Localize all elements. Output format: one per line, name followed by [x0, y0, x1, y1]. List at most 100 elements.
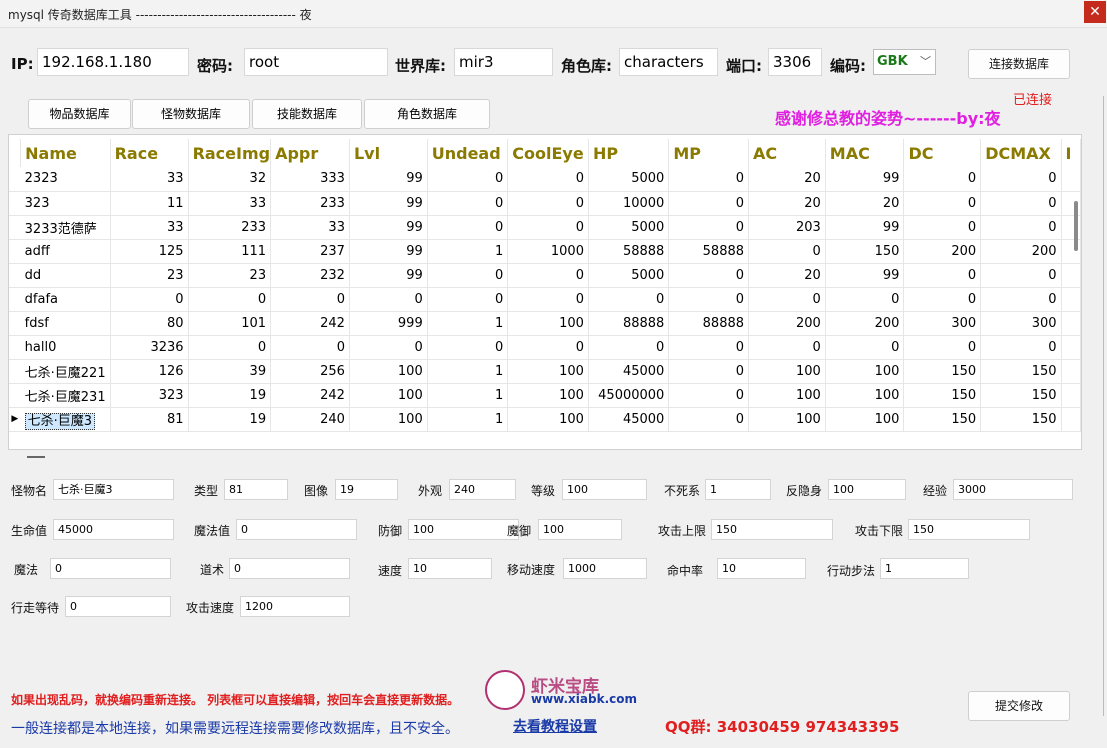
table-row[interactable]: 七杀·巨魔231 323 19 242 100 1 100 45000000 0 100 100 15… [9, 383, 1081, 408]
table-cell[interactable]: 七杀·巨魔231 [20, 383, 111, 408]
table-cell[interactable]: 0 [349, 335, 428, 360]
table-row[interactable]: 七杀·巨魔221 126 39 256 100 1 100 45000 0 100 100 150 15… [9, 359, 1081, 384]
table-cell[interactable]: 0 [507, 335, 589, 360]
table-cell[interactable]: 1 [427, 239, 509, 264]
mac-field[interactable]: 100 [538, 519, 622, 540]
table-cell[interactable]: 100 [748, 407, 826, 432]
mp-field[interactable]: 0 [236, 519, 357, 540]
table-cell[interactable]: 233 [270, 191, 350, 216]
sc-field[interactable]: 0 [229, 558, 350, 579]
table-cell[interactable]: 300 [903, 311, 982, 336]
table-row[interactable]: hall0 3236 0 0 0 0 0 0 0 0 0 0 0 [9, 335, 1081, 360]
table-cell[interactable]: 45000000 [588, 383, 670, 408]
table-cell[interactable]: 0 [980, 335, 1062, 360]
table-cell[interactable]: 0 [427, 335, 509, 360]
scrollbar-thumb[interactable] [1074, 201, 1078, 251]
table-cell[interactable]: 0 [507, 287, 589, 312]
table-cell[interactable]: 七杀·巨魔221 [20, 359, 111, 384]
table-cell[interactable]: 0 [507, 167, 589, 192]
image-field[interactable]: 19 [335, 479, 398, 500]
tab-monsters[interactable]: 怪物数据库 [132, 99, 250, 129]
table-cell[interactable]: 33 [110, 215, 189, 240]
hp-field[interactable]: 45000 [53, 519, 174, 540]
table-cell[interactable]: 5000 [588, 263, 670, 288]
table-cell[interactable]: 58888 [668, 239, 750, 264]
table-cell[interactable]: 1000 [507, 239, 589, 264]
table-cell[interactable]: 23 [110, 263, 189, 288]
table-cell[interactable]: 0 [427, 191, 509, 216]
column-header[interactable]: HP [588, 139, 670, 167]
table-cell[interactable]: 203 [748, 215, 826, 240]
table-cell[interactable]: 0 [668, 215, 750, 240]
table-cell[interactable]: 100 [507, 407, 589, 432]
table-cell[interactable]: 0 [110, 287, 189, 312]
table-cell[interactable]: 0 [427, 215, 509, 240]
table-cell[interactable]: 150 [980, 359, 1062, 384]
table-cell[interactable]: dfafa [20, 287, 111, 312]
table-cell[interactable]: 232 [270, 263, 350, 288]
table-cell[interactable]: 0 [825, 335, 905, 360]
column-header[interactable]: CoolEye [507, 139, 589, 167]
step-field[interactable]: 1 [880, 558, 969, 579]
table-cell[interactable]: 0 [270, 287, 350, 312]
table-cell[interactable]: 0 [980, 215, 1062, 240]
table-cell[interactable]: 10000 [588, 191, 670, 216]
table-cell[interactable]: 323 [20, 191, 111, 216]
table-row[interactable]: ▶ 七杀·巨魔3 81 19 240 100 1 100 45000 0 100 100 150 150 [9, 407, 1081, 432]
table-cell[interactable]: hall0 [20, 335, 111, 360]
table-cell[interactable]: 0 [903, 335, 982, 360]
close-button[interactable]: ✕ [1084, 1, 1106, 23]
table-cell[interactable]: 150 [980, 383, 1062, 408]
table-cell[interactable]: 20 [748, 167, 826, 192]
table-row[interactable]: 3233范德萨 33 233 33 99 0 0 5000 0 203 99 0 0 [9, 215, 1081, 240]
tutorial-link[interactable]: 去看教程设置 [513, 716, 597, 736]
tab-characters[interactable]: 角色数据库 [364, 99, 490, 129]
password-input[interactable]: root [244, 48, 388, 76]
speed-field[interactable]: 10 [408, 558, 492, 579]
table-cell[interactable]: 80 [110, 311, 189, 336]
column-header[interactable]: MP [668, 139, 750, 167]
table-cell[interactable]: 0 [507, 263, 589, 288]
table-cell[interactable]: 150 [980, 407, 1062, 432]
table-cell[interactable]: 100 [349, 407, 428, 432]
table-cell[interactable]: 99 [349, 167, 428, 192]
table-cell[interactable]: 0 [668, 167, 750, 192]
table-cell[interactable]: 11 [110, 191, 189, 216]
port-input[interactable]: 3306 [768, 48, 822, 76]
table-cell[interactable]: 300 [980, 311, 1062, 336]
dcmax-field[interactable]: 150 [711, 519, 833, 540]
table-cell[interactable]: 0 [825, 287, 905, 312]
table-cell[interactable]: 0 [588, 287, 670, 312]
table-cell[interactable]: 99 [825, 263, 905, 288]
table-cell[interactable]: 111 [188, 239, 272, 264]
table-cell[interactable]: 1 [427, 407, 509, 432]
table-cell[interactable]: 19 [188, 383, 272, 408]
splitter-handle[interactable] [27, 456, 45, 458]
table-cell[interactable]: 20 [748, 263, 826, 288]
table-cell[interactable]: 0 [980, 263, 1062, 288]
table-row[interactable]: adff 125 111 237 99 1 1000 58888 58888 0 150 200 200 [9, 239, 1081, 264]
table-cell[interactable]: dd [20, 263, 111, 288]
monster-table[interactable]: Name Race RaceImg Appr Lvl Undead CoolEye HP MP A… [9, 139, 1081, 432]
table-cell[interactable]: 323 [110, 383, 189, 408]
table-cell[interactable]: 99 [349, 215, 428, 240]
table-cell[interactable]: 99 [349, 263, 428, 288]
column-header[interactable]: DC [903, 139, 982, 167]
tab-skills[interactable]: 技能数据库 [252, 99, 362, 129]
table-cell[interactable]: 0 [668, 335, 750, 360]
table-cell[interactable]: adff [20, 239, 111, 264]
table-cell[interactable]: 0 [980, 191, 1062, 216]
attack-speed-field[interactable]: 1200 [240, 596, 350, 617]
table-cell[interactable]: 125 [110, 239, 189, 264]
table-cell[interactable]: 58888 [588, 239, 670, 264]
table-cell[interactable]: 0 [188, 335, 272, 360]
table-cell[interactable]: 100 [349, 383, 428, 408]
table-cell[interactable]: 0 [668, 359, 750, 384]
table-cell[interactable]: 242 [270, 383, 350, 408]
table-cell[interactable]: 0 [507, 215, 589, 240]
table-cell[interactable]: 23 [188, 263, 272, 288]
table-cell[interactable]: 0 [668, 407, 750, 432]
table-cell[interactable]: 242 [270, 311, 350, 336]
table-cell[interactable]: 1 [427, 311, 509, 336]
ip-input[interactable]: 192.168.1.180 [37, 48, 189, 76]
